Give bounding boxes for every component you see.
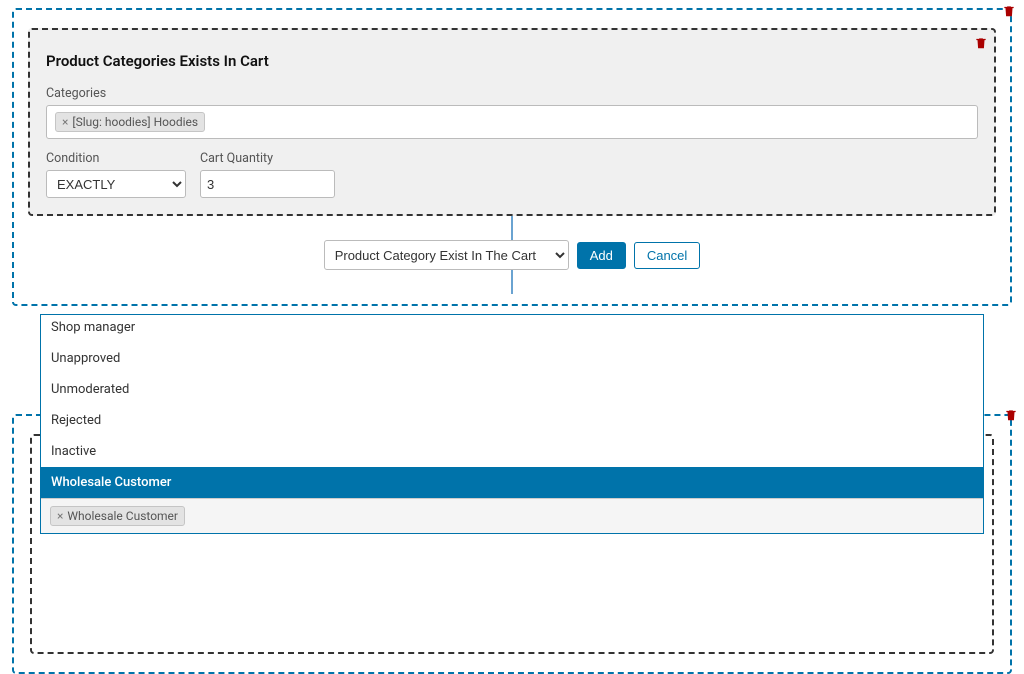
add-button[interactable]: Add [577, 242, 626, 269]
role-dropdown-list[interactable]: Shop manager Unapproved Unmoderated Reje… [41, 315, 983, 498]
role-dropdown: Shop manager Unapproved Unmoderated Reje… [40, 314, 984, 534]
category-tag: × [Slug: hoodies] Hoodies [55, 112, 205, 132]
role-option-shop-manager[interactable]: Shop manager [41, 315, 983, 343]
remove-tag-button[interactable]: × [62, 115, 68, 129]
condition-label: Condition [46, 151, 186, 166]
condition-select[interactable]: EXACTLY [46, 170, 186, 198]
condition-block: Product Categories Exists In Cart Catego… [28, 28, 996, 216]
categories-label: Categories [46, 86, 978, 101]
remove-tag-button[interactable]: × [57, 509, 63, 523]
cart-quantity-input[interactable] [200, 170, 335, 198]
role-selected-tag: × Wholesale Customer [50, 506, 185, 526]
cart-quantity-label: Cart Quantity [200, 151, 335, 166]
role-option-inactive[interactable]: Inactive [41, 436, 983, 467]
role-option-unapproved[interactable]: Unapproved [41, 343, 983, 374]
delete-group-button[interactable] [1002, 4, 1016, 18]
category-tag-label: [Slug: hoodies] Hoodies [72, 115, 198, 129]
cancel-button[interactable]: Cancel [634, 242, 700, 269]
connector-line [511, 216, 513, 240]
delete-group-button[interactable] [1004, 408, 1018, 422]
categories-multiselect[interactable]: × [Slug: hoodies] Hoodies [46, 105, 978, 139]
condition-group: Product Categories Exists In Cart Catego… [12, 8, 1012, 306]
role-option-wholesale-customer[interactable]: Wholesale Customer [41, 467, 983, 498]
condition-type-select[interactable]: Product Category Exist In The Cart [324, 240, 569, 270]
role-option-rejected[interactable]: Rejected [41, 405, 983, 436]
role-selected-tag-label: Wholesale Customer [67, 509, 178, 523]
add-condition-row: Product Category Exist In The Cart Add C… [28, 240, 996, 270]
connector-line [511, 270, 513, 294]
role-option-unmoderated[interactable]: Unmoderated [41, 374, 983, 405]
block-title: Product Categories Exists In Cart [46, 52, 978, 70]
role-selected-bar: × Wholesale Customer [41, 498, 983, 533]
delete-block-button[interactable] [974, 36, 988, 50]
